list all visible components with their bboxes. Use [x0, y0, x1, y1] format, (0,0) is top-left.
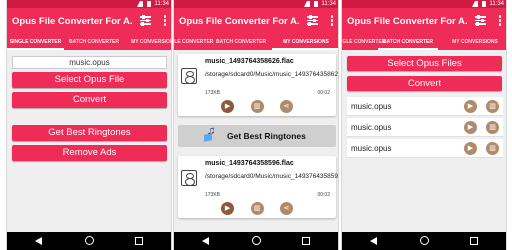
music-note-icon: [204, 125, 218, 143]
signal-icon: [137, 1, 143, 7]
play-icon[interactable]: ▶: [464, 142, 477, 155]
delete-icon[interactable]: ▥: [250, 100, 264, 113]
play-icon[interactable]: ▶: [221, 100, 235, 113]
home-icon[interactable]: [85, 236, 94, 245]
file-row: music.opus ▶ ▥: [347, 118, 503, 137]
screen-single-converter: 11:34 Opus File Converter For A... SINGL…: [6, 0, 172, 250]
recents-icon[interactable]: [302, 237, 310, 245]
file-name: music.opus: [351, 123, 392, 132]
tab-single-converter[interactable]: SINGLE CONVERTER: [7, 35, 64, 50]
nav-bar: [174, 232, 338, 250]
back-icon[interactable]: [370, 237, 377, 245]
recents-icon[interactable]: [470, 237, 478, 245]
file-size: 173KB: [205, 192, 221, 198]
recents-icon[interactable]: [135, 237, 143, 245]
select-opus-file-button[interactable]: Select Opus File: [12, 72, 167, 88]
nav-bar: [342, 232, 506, 250]
speaker-icon: [181, 170, 197, 186]
battery-icon: [482, 1, 486, 7]
delete-icon[interactable]: ▥: [486, 121, 499, 134]
get-best-ringtones-button[interactable]: Get Best Ringtones: [12, 125, 167, 141]
file-name: music.opus: [351, 102, 392, 111]
convert-button[interactable]: Convert: [347, 76, 502, 91]
single-converter-content: music.opus Select Opus File Convert Get …: [7, 50, 171, 232]
select-opus-files-button[interactable]: Select Opus Files: [347, 56, 502, 71]
status-time: 11:34: [154, 1, 169, 7]
battery-icon: [147, 1, 151, 7]
app-bar: Opus File Converter For A...: [174, 8, 338, 35]
play-icon[interactable]: ▶: [464, 100, 477, 113]
tune-icon[interactable]: [475, 15, 486, 26]
file-name: music_1493764358596.flac: [205, 160, 294, 167]
file-name: music_1493764358626.flac: [205, 58, 294, 65]
app-title: Opus File Converter For A...: [12, 16, 132, 27]
remove-ads-button[interactable]: Remove Ads: [12, 145, 167, 161]
tab-batch-converter[interactable]: BATCH CONVERTER: [378, 35, 438, 50]
more-vert-icon[interactable]: [163, 15, 167, 27]
tab-bar: SINGLE CONVERTER BATCH CONVERTER MY CONV…: [7, 35, 171, 50]
signal-icon: [472, 1, 478, 7]
tab-single-converter[interactable]: SINGLE CONVERTER: [174, 35, 213, 50]
batch-converter-content: Select Opus Files Convert music.opus ▶ ▥…: [342, 50, 506, 232]
tab-batch-converter[interactable]: BATCH CONVERTER: [210, 35, 272, 50]
share-icon[interactable]: ⋖: [279, 202, 293, 215]
conversion-card: music_1493764358596.flac /storage/sdcard…: [178, 156, 339, 218]
delete-icon[interactable]: ▥: [486, 142, 499, 155]
file-duration: 00:02: [317, 192, 330, 198]
play-icon[interactable]: ▶: [464, 121, 477, 134]
ringtones-label: Get Best Ringtones: [227, 131, 306, 141]
tab-batch-converter[interactable]: BATCH CONVERTER: [64, 35, 124, 50]
tune-icon[interactable]: [307, 15, 318, 26]
file-row: music.opus ▶ ▥: [347, 97, 503, 116]
selected-file-field[interactable]: music.opus: [12, 56, 167, 69]
back-icon[interactable]: [35, 237, 42, 245]
back-icon[interactable]: [202, 237, 209, 245]
app-bar: Opus File Converter For A...: [342, 8, 506, 35]
get-best-ringtones-banner[interactable]: Get Best Ringtones: [178, 125, 336, 147]
more-vert-icon[interactable]: [498, 15, 502, 27]
more-vert-icon[interactable]: [330, 15, 334, 27]
card-actions: ▶ ▥ ⋖: [178, 202, 336, 216]
file-path: /storage/sdcard0/Music/music_14937643585…: [205, 173, 339, 180]
conversions-list: music_1493764358626.flac /storage/sdcard…: [174, 50, 339, 232]
app-title: Opus File Converter For A...: [179, 16, 299, 27]
tab-my-conversions[interactable]: MY CONVERSIONS: [272, 35, 338, 50]
home-icon[interactable]: [252, 236, 261, 245]
nav-bar: [7, 232, 171, 250]
play-icon[interactable]: ▶: [221, 202, 235, 215]
status-time: 11:34: [321, 1, 336, 7]
tune-icon[interactable]: [140, 15, 151, 26]
file-path: /storage/sdcard0/Music/music_14937643586…: [205, 71, 339, 78]
screen-my-conversions: 11:34 Opus File Converter For A... SINGL…: [173, 0, 339, 250]
file-name: music.opus: [351, 144, 392, 153]
tab-my-conversions[interactable]: MY CONVERSIONS: [124, 35, 171, 50]
conversion-card: music_1493764358626.flac /storage/sdcard…: [178, 54, 339, 116]
tab-bar: SINGLE CONVERTER BATCH CONVERTER MY CONV…: [342, 35, 506, 50]
share-icon[interactable]: ⋖: [279, 100, 293, 113]
file-row: music.opus ▶ ▥: [347, 139, 503, 158]
status-bar: 11:34: [342, 0, 506, 8]
screenshots-strip: 11:34 Opus File Converter For A... SINGL…: [0, 0, 512, 250]
tab-bar: SINGLE CONVERTER BATCH CONVERTER MY CONV…: [174, 35, 338, 50]
tab-my-conversions[interactable]: MY CONVERSIONS: [442, 35, 506, 50]
status-bar: 11:34: [174, 0, 338, 8]
card-actions: ▶ ▥ ⋖: [178, 100, 336, 114]
app-title: Opus File Converter For A...: [347, 16, 467, 27]
tab-single-converter[interactable]: SINGLE CONVERTER: [342, 35, 385, 50]
status-time: 11:34: [489, 1, 504, 7]
delete-icon[interactable]: ▥: [250, 202, 264, 215]
convert-button[interactable]: Convert: [12, 92, 167, 108]
app-bar: Opus File Converter For A...: [7, 8, 171, 35]
speaker-icon: [181, 68, 197, 84]
status-bar: 11:34: [7, 0, 171, 8]
file-size: 173KB: [205, 90, 221, 96]
screen-batch-converter: 11:34 Opus File Converter For A... SINGL…: [341, 0, 507, 250]
home-icon[interactable]: [420, 236, 429, 245]
signal-icon: [304, 1, 310, 7]
file-duration: 00:02: [317, 90, 330, 96]
delete-icon[interactable]: ▥: [486, 100, 499, 113]
battery-icon: [314, 1, 318, 7]
